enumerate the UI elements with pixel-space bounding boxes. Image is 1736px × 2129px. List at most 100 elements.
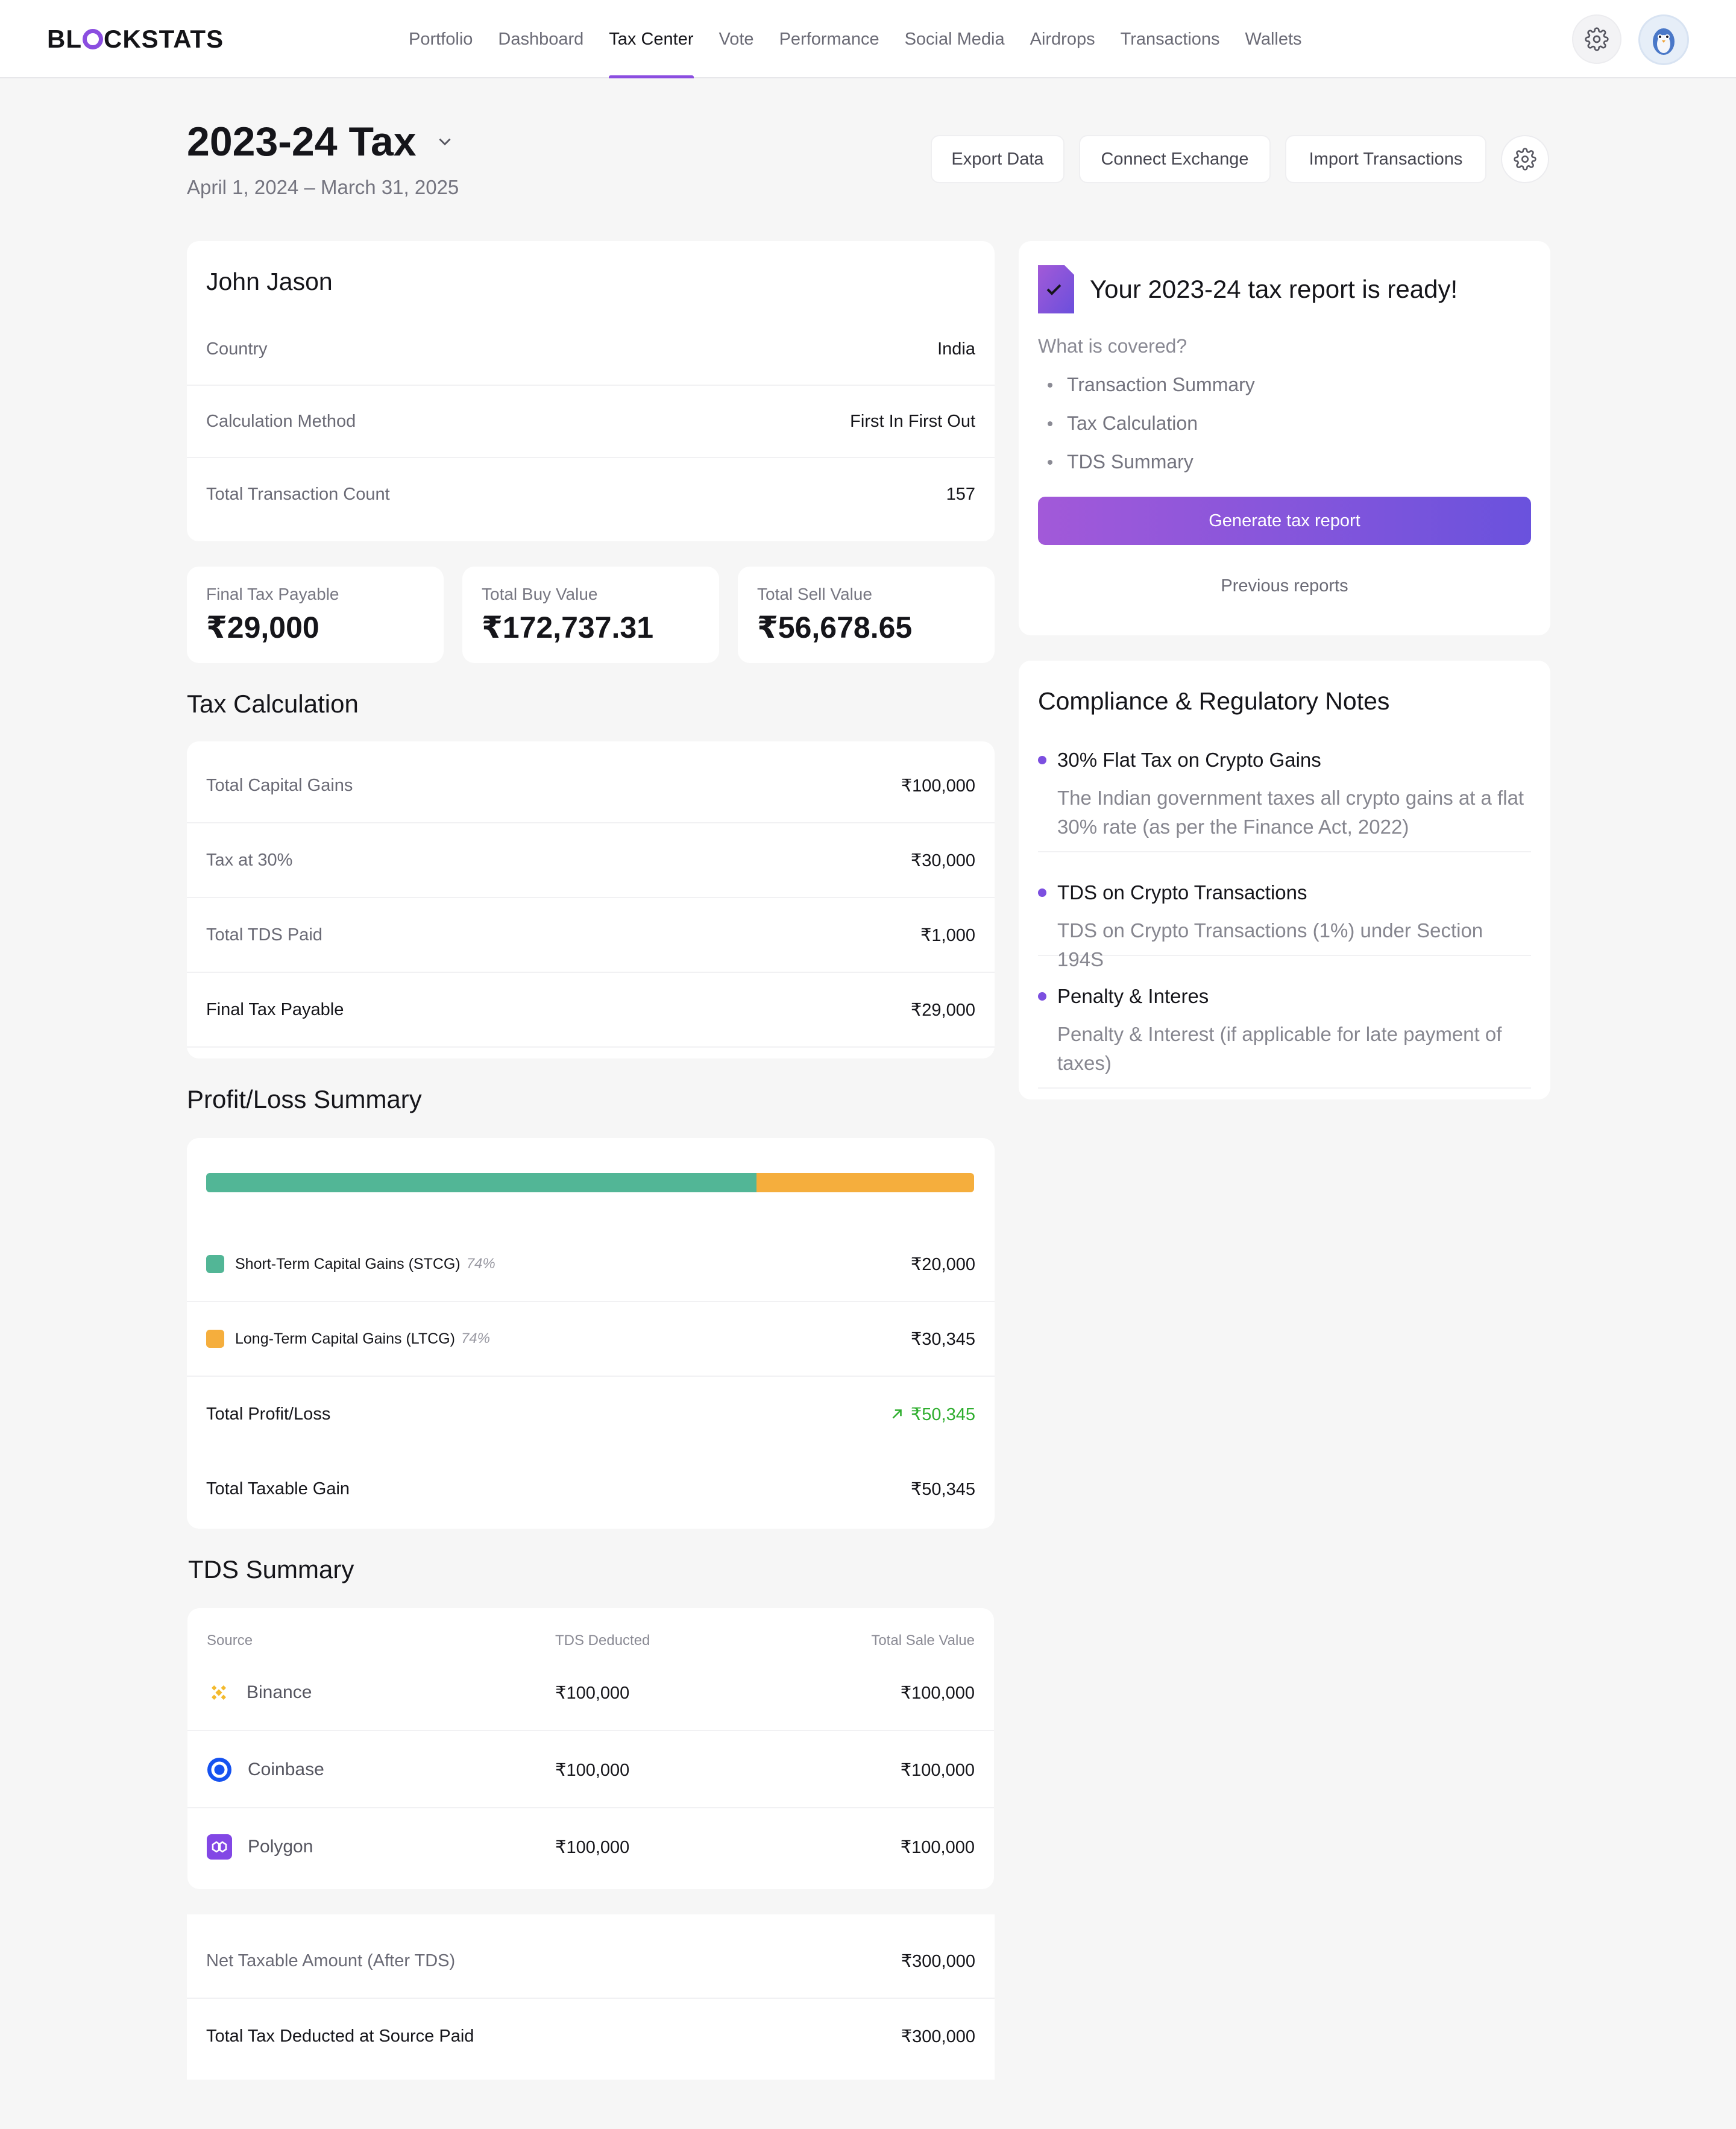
page-title: 2023-24 Tax [187, 119, 417, 165]
arrow-up-right-icon [892, 1409, 902, 1419]
net-taxable-label: Net Taxable Amount (After TDS) [206, 1951, 456, 1970]
tds-deducted-value: ₹100,000 [555, 1837, 630, 1857]
bullet-icon [1048, 421, 1052, 426]
nav-tax-center[interactable]: Tax Center [609, 0, 694, 78]
nav-dashboard[interactable]: Dashboard [498, 0, 583, 78]
covered-item-text: Transaction Summary [1067, 374, 1255, 395]
ltcg-value: ₹30,345 [910, 1329, 975, 1349]
tax-year-selector[interactable]: 2023-24 Tax [187, 118, 455, 165]
bullet-icon [1048, 382, 1052, 388]
tx-count-value: 157 [946, 484, 975, 504]
tax-calculation-card: Total Capital Gains ₹100,000 Tax at 30% … [187, 741, 995, 1058]
note-title: Penalty & Interes [1057, 985, 1209, 1007]
tds-row-polygon: Polygon ₹100,000 ₹100,000 [187, 1808, 994, 1885]
tax-period: April 1, 2024 – March 31, 2025 [187, 176, 459, 198]
polygon-icon [207, 1834, 232, 1860]
stat-value: ₹56,678.65 [757, 611, 913, 644]
tax-row-value: ₹30,000 [910, 851, 975, 870]
ltcg-pct: 74% [461, 1330, 490, 1347]
nav-social-media[interactable]: Social Media [905, 0, 1005, 78]
tds-summary-title: TDS Summary [188, 1555, 354, 1583]
tax-row-final: Final Tax Payable ₹29,000 [187, 973, 995, 1048]
tds-sale-value: ₹100,000 [900, 1837, 975, 1857]
logo-text-start: BL [47, 25, 82, 53]
bullet-icon [1038, 756, 1046, 764]
gear-icon [1585, 27, 1609, 51]
stcg-legend: Short-Term Capital Gains (STCG) 74% [206, 1255, 495, 1273]
compliance-note: Penalty & Interes Penalty & Interest (if… [1038, 985, 1531, 1089]
note-text: TDS on Crypto Transactions (1%) under Se… [1057, 919, 1483, 970]
stcg-row: Short-Term Capital Gains (STCG) 74% ₹20,… [187, 1227, 995, 1302]
compliance-card: Compliance & Regulatory Notes 30% Flat T… [1019, 661, 1550, 1099]
nav-vote[interactable]: Vote [719, 0, 754, 78]
connect-exchange-button[interactable]: Connect Exchange [1079, 135, 1271, 183]
tds-sale-value: ₹100,000 [900, 1683, 975, 1703]
binance-icon [211, 1685, 227, 1700]
taxable-gain-value: ₹50,345 [910, 1479, 975, 1499]
total-profit-loss-value: ₹50,345 [910, 1404, 975, 1424]
calc-method-label: Calculation Method [206, 411, 356, 431]
stcg-label: Short-Term Capital Gains (STCG) [235, 1255, 461, 1272]
taxable-gain-row: Total Taxable Gain ₹50,345 [187, 1451, 995, 1526]
nav-portfolio[interactable]: Portfolio [409, 0, 473, 78]
nav-performance[interactable]: Performance [779, 0, 879, 78]
note-title: TDS on Crypto Transactions [1057, 881, 1307, 904]
compliance-note: 30% Flat Tax on Crypto Gains The Indian … [1038, 749, 1531, 852]
blockstats-logo[interactable]: BL CKSTATS [47, 24, 224, 54]
stcg-value: ₹20,000 [910, 1254, 975, 1274]
coinbase-icon [207, 1758, 231, 1782]
tds-sale-value: ₹100,000 [900, 1760, 975, 1780]
stat-label: Total Sell Value [757, 585, 872, 603]
ltcg-label: Long-Term Capital Gains (LTCG) [235, 1330, 455, 1347]
user-avatar[interactable] [1638, 14, 1689, 65]
bullet-icon [1038, 992, 1046, 1001]
tds-totals-card: Net Taxable Amount (After TDS) ₹300,000 … [187, 1914, 995, 2080]
export-data-button[interactable]: Export Data [931, 135, 1065, 183]
tds-source-name: Coinbase [248, 1759, 324, 1779]
profile-row: Country India [187, 313, 995, 386]
taxable-gain-label: Total Taxable Gain [206, 1479, 350, 1498]
tds-header-source: Source [207, 1632, 253, 1649]
stcg-pct: 74% [466, 1256, 495, 1272]
tax-row-label: Tax at 30% [206, 850, 293, 870]
covered-item: TDS Summary [1048, 451, 1194, 473]
stcg-swatch [206, 1255, 224, 1273]
profit-loss-bar [206, 1173, 974, 1192]
stcg-bar-segment [206, 1173, 757, 1192]
total-tds-label: Total Tax Deducted at Source Paid [206, 2026, 474, 2046]
generate-tax-report-button[interactable]: Generate tax report [1038, 497, 1531, 545]
tax-row-label: Total Capital Gains [206, 775, 353, 795]
nav-transactions[interactable]: Transactions [1121, 0, 1220, 78]
logo-text-end: CKSTATS [104, 25, 224, 53]
tax-row-label: Total TDS Paid [206, 925, 322, 945]
page-settings-button[interactable] [1501, 135, 1549, 183]
nav-wallets[interactable]: Wallets [1245, 0, 1302, 78]
total-profit-loss-value-wrap: ₹50,345 [889, 1404, 975, 1425]
previous-reports-link[interactable]: Previous reports [1019, 576, 1550, 596]
profit-loss-title: Profit/Loss Summary [187, 1085, 422, 1113]
total-profit-loss-label: Total Profit/Loss [206, 1404, 331, 1424]
total-tds-row: Total Tax Deducted at Source Paid ₹300,0… [187, 1999, 995, 2074]
covered-item: Transaction Summary [1048, 374, 1255, 396]
stat-card-buy-value: Total Buy Value ₹172,737.31 [462, 567, 719, 663]
tds-deducted-value: ₹100,000 [555, 1683, 630, 1703]
stat-value: ₹29,000 [206, 611, 319, 644]
avatar-icon [1653, 28, 1675, 55]
stat-label: Total Buy Value [482, 585, 598, 603]
tds-row-binance: Binance ₹100,000 ₹100,000 [187, 1654, 994, 1731]
tds-source-name: Polygon [248, 1837, 313, 1857]
covered-label: What is covered? [1038, 335, 1187, 357]
gear-icon [1514, 148, 1536, 171]
total-tds-value: ₹300,000 [901, 2027, 975, 2046]
import-transactions-button[interactable]: Import Transactions [1285, 135, 1486, 183]
profile-name: John Jason [206, 268, 333, 295]
stat-card-sell-value: Total Sell Value ₹56,678.65 [738, 567, 995, 663]
settings-button[interactable] [1572, 14, 1621, 64]
report-document-icon [1038, 265, 1074, 313]
nav-airdrops[interactable]: Airdrops [1030, 0, 1095, 78]
total-profit-loss-row: Total Profit/Loss ₹50,345 [187, 1377, 995, 1451]
covered-item: Tax Calculation [1048, 412, 1198, 435]
tax-row-value: ₹100,000 [901, 776, 975, 796]
stat-card-final-tax: Final Tax Payable ₹29,000 [187, 567, 444, 663]
main-nav: Portfolio Dashboard Tax Center Vote Perf… [409, 0, 1302, 78]
